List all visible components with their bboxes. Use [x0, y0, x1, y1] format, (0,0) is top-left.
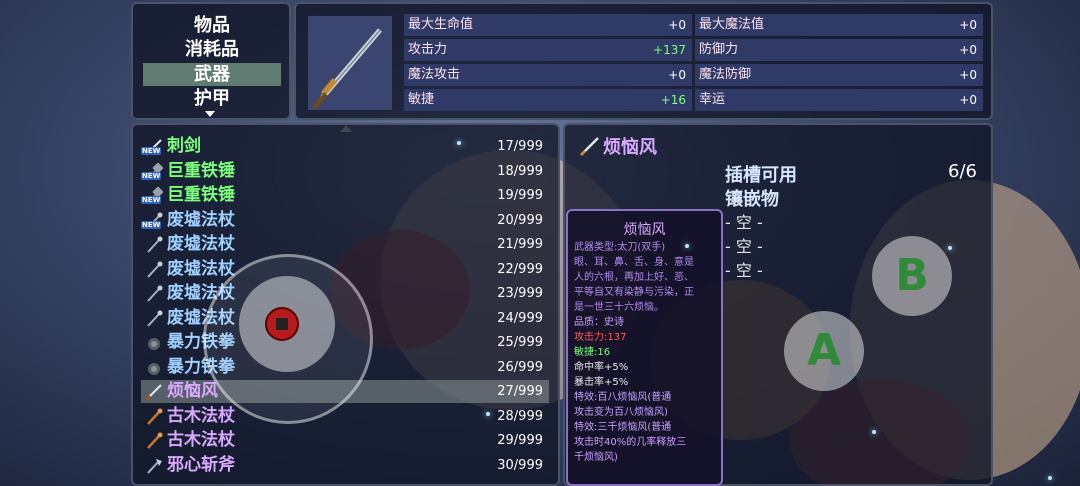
tooltip-line: 千烦恼风): [574, 452, 618, 463]
item-row[interactable]: NEW 巨重铁锤 18/999: [141, 160, 549, 183]
tooltip-line: 武器类型:太刀(双手): [574, 242, 666, 253]
item-count: 25/999: [497, 335, 543, 350]
stat-max-hp: 最大生命值 +0: [404, 14, 692, 36]
tooltip-title: 烦恼风: [623, 222, 666, 238]
item-row[interactable]: NEW 刺剑 17/999: [141, 135, 549, 158]
weapon-preview: [308, 16, 392, 110]
category-weapons[interactable]: 武器: [143, 63, 281, 86]
item-count: 19/999: [497, 188, 543, 203]
stat-magic-defense: 魔法防御 +0: [695, 64, 983, 86]
fist-icon: [148, 338, 160, 350]
item-row[interactable]: NEW 巨重铁锤 19/999: [141, 184, 549, 207]
new-badge: NEW: [141, 147, 162, 155]
new-badge: NEW: [141, 220, 162, 229]
item-row[interactable]: 废墟法杖 21/999: [141, 233, 549, 256]
wood-staff-icon: [147, 408, 163, 425]
item-name: 废墟法杖: [167, 234, 235, 254]
scroll-down-arrow-icon[interactable]: [205, 111, 215, 117]
a-button[interactable]: A: [784, 311, 864, 391]
tooltip-line: 暴击率+5%: [574, 377, 629, 388]
item-count: 20/999: [497, 212, 543, 228]
stat-magic-attack: 魔法攻击 +0: [404, 64, 692, 86]
item-row[interactable]: 古木法杖 28/999: [141, 405, 549, 428]
sparkle-effect: [1048, 476, 1052, 480]
empty-slot-2[interactable]: - 空 -: [725, 233, 763, 257]
item-count: 22/999: [497, 261, 543, 277]
axe-icon: [147, 458, 162, 474]
stat-agility: 敏捷 +16: [404, 89, 692, 111]
sparkle-effect: [457, 141, 461, 145]
detail-item-name: 烦恼风: [603, 137, 657, 158]
sparkle-effect: [872, 430, 876, 434]
item-name: 刺剑: [167, 136, 201, 156]
tooltip-line: 是一世三十六烦恼。: [574, 302, 664, 313]
staff-icon: [147, 285, 163, 302]
stat-defense: 防御力 +0: [695, 39, 983, 61]
stat-attack: 攻击力 +137: [404, 39, 692, 61]
joystick-center-icon: [265, 307, 299, 341]
slots-available-label: 插槽可用: [725, 165, 797, 186]
katana-icon: [579, 137, 599, 157]
item-name: 巨重铁锤: [167, 185, 235, 205]
sparkle-effect: [685, 244, 689, 248]
item-count: 23/999: [497, 286, 543, 301]
staff-icon: [147, 261, 163, 278]
item-count: 24/999: [497, 310, 543, 326]
tooltip-line: 攻击时40%的几率释放三: [574, 437, 687, 448]
tooltip-line: 人的六根，再加上好、恶、: [574, 272, 694, 283]
slot-count: 6/6: [948, 161, 977, 182]
item-count: 21/999: [497, 237, 543, 252]
category-panel: 物品 消耗品 武器 护甲: [131, 2, 291, 120]
wood-staff-icon: [147, 432, 163, 449]
fist-icon: [148, 362, 160, 375]
sparkle-effect: [948, 246, 952, 250]
stats-panel: 最大生命值 +0 攻击力 +137 魔法攻击 +0 敏捷 +16 最大魔法值 +…: [294, 2, 993, 120]
tooltip-line: 敏捷:16: [574, 347, 611, 358]
item-count: 29/999: [497, 433, 543, 448]
empty-slot-3[interactable]: - 空 -: [725, 257, 763, 281]
category-consumables[interactable]: 消耗品: [143, 38, 281, 61]
katana-icon: [312, 28, 382, 110]
item-row[interactable]: 邪心斩斧 30/999: [141, 454, 549, 477]
item-name: 废墟法杖: [167, 258, 235, 279]
stat-luck: 幸运 +0: [695, 89, 983, 111]
new-badge: NEW: [141, 196, 162, 204]
tooltip-line: 特效:三千烦恼风(普通: [574, 422, 672, 433]
staff-icon: [147, 236, 163, 253]
tooltip-line: 眼、耳、鼻、舌、身、意是: [574, 257, 694, 268]
staff-icon: [147, 310, 163, 327]
inlay-label: 镶嵌物: [725, 189, 779, 210]
tooltip-line: 攻击变为百八烦恼风): [574, 407, 668, 418]
tooltip-line: 平等自又有染静与污染，正: [574, 287, 694, 298]
item-count: 30/999: [497, 457, 543, 473]
stat-max-mp: 最大魔法值 +0: [695, 14, 983, 36]
item-tooltip: 烦恼风 武器类型:太刀(双手) 眼、耳、鼻、舌、身、意是 人的六根，再加上好、恶、平…: [566, 209, 723, 486]
item-name: 古木法杖: [167, 430, 235, 450]
item-name: 邪心斩斧: [167, 454, 235, 475]
item-row[interactable]: NEW 废墟法杖 20/999: [141, 209, 549, 232]
item-row[interactable]: 古木法杖 29/999: [141, 429, 549, 452]
new-badge: NEW: [141, 171, 162, 180]
sparkle-effect: [486, 412, 490, 416]
tooltip-line: 攻击力:137: [574, 332, 627, 343]
sword-icon: [145, 384, 162, 401]
empty-slot-1[interactable]: - 空 -: [725, 209, 763, 233]
b-button[interactable]: B: [872, 236, 952, 316]
item-count: 17/999: [497, 139, 543, 154]
item-count: 27/999: [497, 384, 543, 399]
item-count: 26/999: [497, 359, 543, 375]
item-count: 18/999: [497, 163, 543, 179]
item-name: 废墟法杖: [167, 209, 235, 230]
tooltip-line: 品质：史诗: [574, 317, 624, 328]
category-items[interactable]: 物品: [143, 14, 281, 37]
item-name: 古木法杖: [167, 405, 235, 426]
item-name: 巨重铁锤: [167, 160, 235, 181]
category-armor[interactable]: 护甲: [143, 87, 281, 110]
tooltip-line: 命中率+5%: [574, 362, 629, 373]
item-name: 烦恼风: [167, 381, 218, 401]
item-count: 28/999: [497, 408, 543, 424]
tooltip-line: 特效:百八烦恼风(普通: [574, 392, 672, 403]
